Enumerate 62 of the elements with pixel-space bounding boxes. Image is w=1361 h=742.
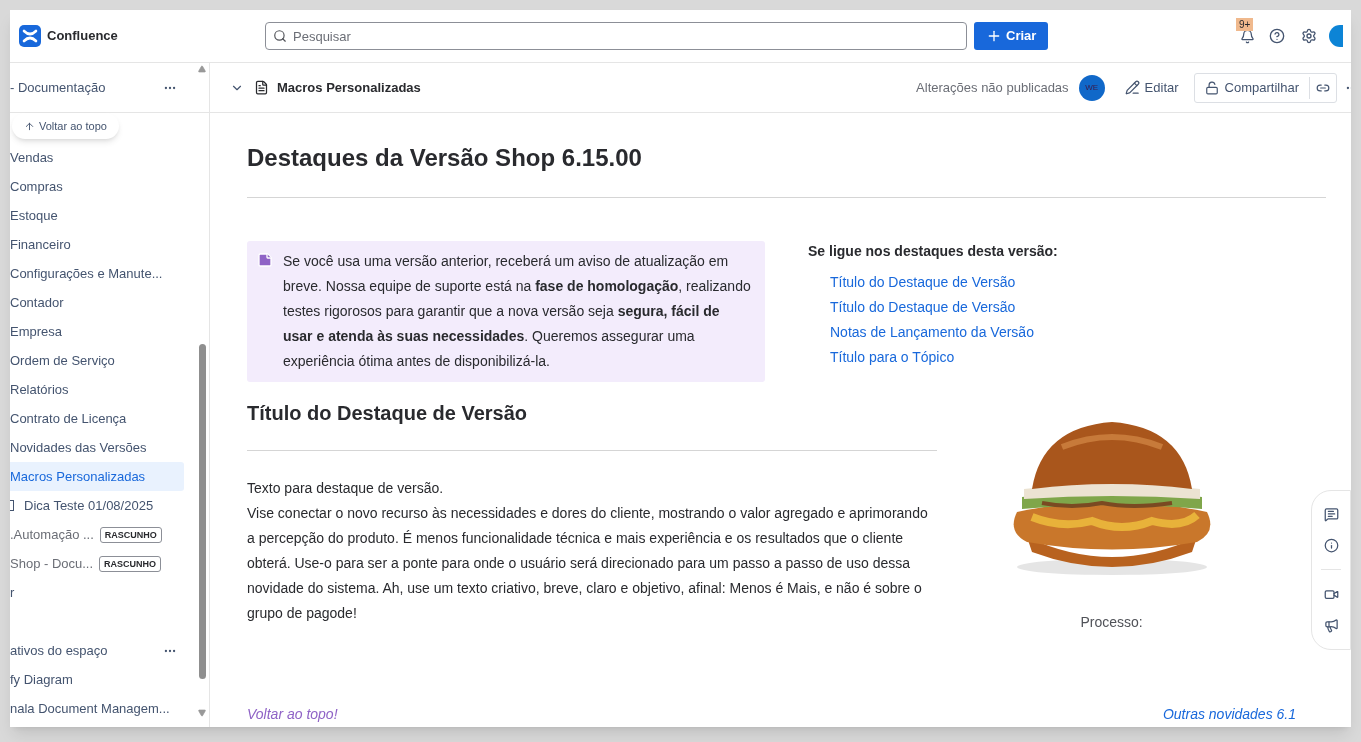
pencil-icon [1124, 80, 1140, 95]
comment-icon[interactable] [1323, 507, 1339, 523]
search-field[interactable]: Pesquisar [265, 22, 967, 50]
page-heading: Destaques da Versão Shop 6.15.00 [247, 143, 643, 173]
arrow-up-icon [24, 120, 35, 132]
sidebar-app[interactable]: fy Diagram [10, 665, 209, 694]
scroll-down-icon[interactable] [198, 709, 206, 717]
sidebar-item[interactable]: Contrato de Licença [10, 404, 184, 433]
notification-icon[interactable] [1240, 28, 1255, 44]
page-icon [254, 80, 269, 95]
sidebar-item[interactable]: Empresa [10, 317, 184, 346]
sidebar-item[interactable]: Macros Personalizadas [10, 462, 184, 491]
sidebar-item[interactable]: r [10, 578, 184, 607]
page-icon [10, 500, 14, 511]
toc-link[interactable]: Título do Destaque de Versão [830, 270, 1058, 295]
sidebar-item[interactable]: Financeiro [10, 230, 184, 259]
sidebar-app[interactable]: nala Document Managem... [10, 694, 209, 723]
sidebar-item[interactable]: Compras [10, 172, 184, 201]
sidebar-item[interactable]: Relatórios [10, 375, 184, 404]
note-text: Se você usa uma versão anterior, receberá um aviso de atualização em breve. Nossa equipe de suporte está na fase de homologação, realizando testes rigorosos para garantir que a nova versão seja segura, fácil de usar e atenda às suas necessidades. Queremos assegurar uma experiência ótima antes de disponibilizá-la. [283, 252, 752, 371]
settings-icon[interactable] [1301, 28, 1317, 44]
toc-title: Se ligue nos destaques desta versão: [808, 242, 1058, 261]
back-to-top-button[interactable]: Voltar ao topo [12, 113, 119, 139]
megaphone-icon[interactable] [1323, 617, 1339, 633]
sidebar-item[interactable]: Contador [10, 288, 184, 317]
sidebar-item[interactable]: Novidades das Versões [10, 433, 184, 462]
help-icon[interactable] [1269, 28, 1285, 44]
toc-link[interactable]: Notas de Lançamento da Versão [830, 320, 1058, 345]
body-text: Vise conectar o novo recurso às necessidades e dores do cliente, mostrando o valor agregado e aprimorando a percepção do produto. É menos funcionalidade técnica e mais experiência e os resultados que o cliente obterá. Use-o para ser a ponte para onde o usuário será direcionado para um passo a passo de uso dessa novidade do sistema. Ah, use um texto criativo, breve, claro e objetivo, afinal: Menos é Mais, e não é sobre o grupo de pagode! [247, 504, 929, 623]
toc-link[interactable]: Título para o Tópico [830, 345, 1058, 370]
app-logo-icon [19, 25, 41, 47]
scroll-up-icon[interactable] [198, 65, 206, 73]
sidebar-item[interactable]: Estoque [10, 201, 184, 230]
more-news-link[interactable]: Outras novidades 6.1 [1162, 705, 1296, 723]
image-caption: Processo: [1080, 613, 1143, 632]
unpublished-status: Alterações não publicadas [916, 78, 1069, 97]
sidebar-item[interactable]: Configurações e Manute... [10, 259, 184, 288]
section-title[interactable]: ativos do espaço [10, 640, 108, 661]
sidebar-item[interactable]: Vendas [10, 143, 184, 172]
notification-badge: 9+ [1236, 17, 1254, 31]
edit-button[interactable]: Editar [1124, 77, 1179, 98]
section-heading: Título do Destaque de Versão [247, 401, 529, 426]
body-text: Texto para destaque de versão. [247, 479, 445, 498]
back-to-top-link[interactable]: Voltar ao topo! [247, 705, 338, 723]
scrollbar-thumb[interactable] [198, 344, 206, 679]
note-icon [257, 252, 273, 268]
draft-badge: RASCUNHO [99, 526, 162, 543]
info-icon[interactable] [1323, 538, 1339, 554]
toc-link[interactable]: Título do Destaque de Versão [830, 295, 1058, 320]
sidebar-item[interactable]: Shop - Docu... RASCUNHO [10, 549, 184, 578]
draft-badge: RASCUNHO [99, 555, 162, 572]
app-name[interactable]: Confluence [47, 26, 118, 46]
search-icon [273, 29, 287, 43]
sidebar-item[interactable]: Ordem de Serviço [10, 346, 184, 375]
page-title: Macros Personalizadas [277, 78, 421, 97]
user-avatar[interactable] [1329, 25, 1343, 47]
sidebar-item[interactable]: .Automação ... RASCUNHO [10, 520, 184, 549]
sidebar-item[interactable]: Dica Teste 01/08/2025 [10, 491, 184, 520]
space-title[interactable]: - Documentação [10, 77, 106, 98]
create-button[interactable]: Criar [974, 22, 1049, 50]
unlock-icon [1204, 80, 1219, 95]
plus-icon [986, 28, 1002, 44]
